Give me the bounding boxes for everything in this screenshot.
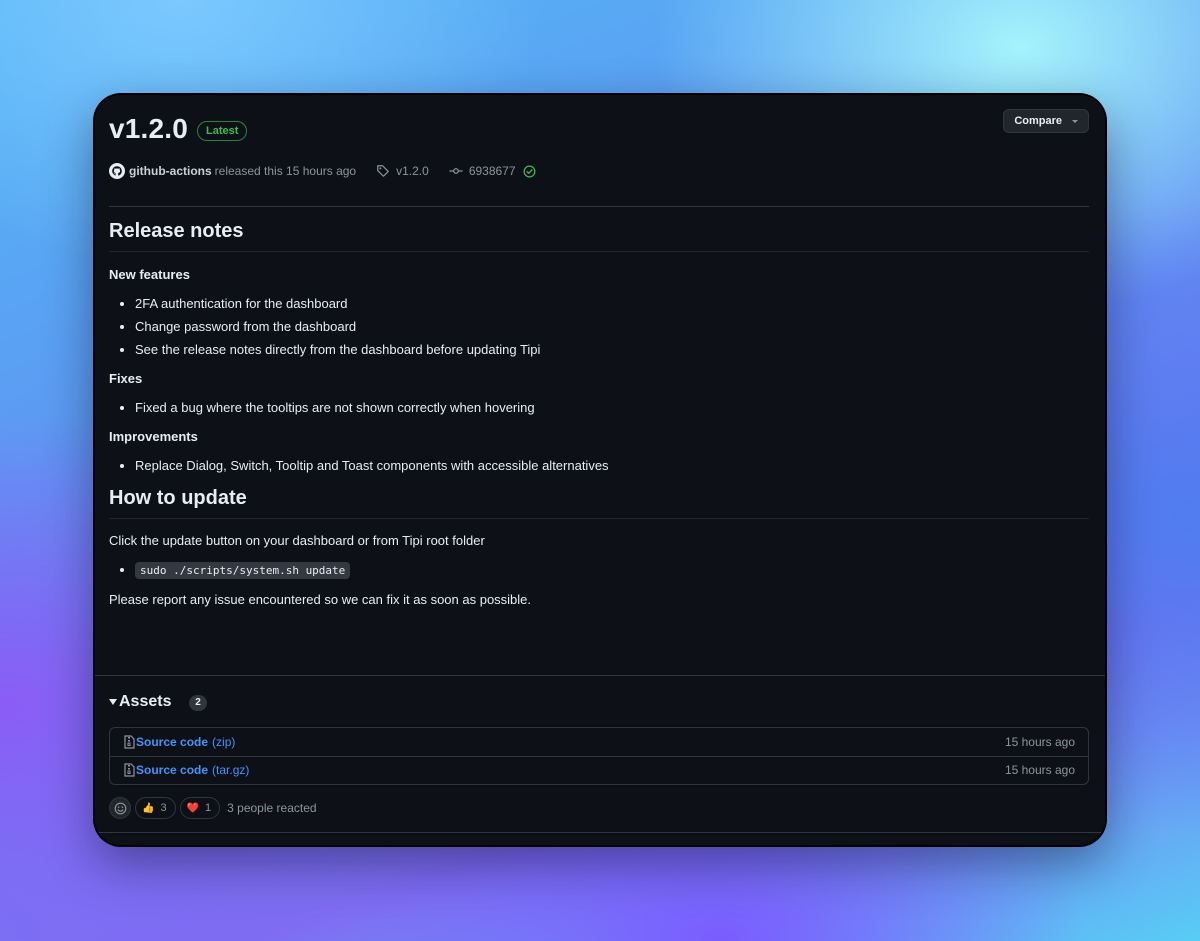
list-item: 2FA authentication for the dashboard [135, 292, 1089, 315]
fixes-list: Fixed a bug where the tooltips are not s… [109, 396, 1089, 419]
reaction-count: 1 [205, 802, 212, 814]
footer-divider [95, 832, 1105, 833]
assets-title-label: Assets [119, 693, 172, 710]
reaction-count: 3 [160, 802, 167, 814]
release-meta: github-actions released this 15 hours ag… [109, 162, 536, 180]
new-features-heading: New features [109, 267, 190, 282]
update-command-code[interactable]: sudo ./scripts/system.sh update [135, 562, 351, 579]
github-avatar-icon[interactable] [109, 163, 125, 179]
asset-link[interactable]: Source code [136, 735, 208, 749]
add-reaction-button[interactable] [109, 797, 131, 819]
verified-check-icon[interactable] [523, 165, 536, 178]
asset-time: 15 hours ago [1004, 763, 1075, 777]
commit-icon [449, 168, 463, 174]
release-tag-label: v1.2.0 [396, 164, 429, 178]
release-notes-heading: Release notes [109, 220, 1089, 252]
reactions-summary[interactable]: 3 people reacted [227, 801, 316, 815]
release-card: v1.2.0 Latest Compare github-actions rel… [95, 95, 1105, 845]
assets-divider [95, 675, 1105, 676]
assets-list: Source code (zip) 15 hours ago Source co… [109, 727, 1089, 785]
list-item: sudo ./scripts/system.sh update [135, 558, 1089, 582]
release-commit[interactable]: 6938677 [449, 164, 516, 178]
release-version-title[interactable]: v1.2.0 [109, 113, 188, 145]
thumbs-up-icon: 👍 [142, 802, 155, 814]
latest-badge: Latest [197, 121, 248, 141]
closing-text: Please report any issue encountered so w… [109, 592, 532, 607]
release-author-link[interactable]: github-actions [129, 164, 212, 178]
compare-button[interactable]: Compare [1003, 109, 1089, 133]
asset-ext[interactable]: (tar.gz) [212, 763, 249, 777]
asset-link[interactable]: Source code [136, 763, 208, 777]
reaction-heart[interactable]: ❤️ 1 [179, 797, 221, 819]
tag-icon [377, 165, 389, 177]
list-item: Replace Dialog, Switch, Tooltip and Toas… [135, 454, 1089, 477]
asset-time: 15 hours ago [1004, 735, 1075, 749]
reactions-bar: 👍 3 ❤️ 1 3 people reacted [109, 797, 317, 819]
list-item: See the release notes directly from the … [135, 338, 1089, 361]
improvements-heading: Improvements [109, 429, 198, 444]
update-intro-text: Click the update button on your dashboar… [109, 533, 485, 548]
heart-icon: ❤️ [186, 802, 200, 814]
smiley-icon [114, 802, 126, 814]
release-time-text: released this 15 hours ago [214, 164, 357, 178]
improvements-list: Replace Dialog, Switch, Tooltip and Toas… [109, 454, 1089, 477]
header-divider [109, 206, 1089, 207]
list-item: Change password from the dashboard [135, 315, 1089, 338]
asset-row[interactable]: Source code (tar.gz) 15 hours ago [110, 756, 1088, 784]
file-zip-icon [124, 735, 135, 749]
update-command-list: sudo ./scripts/system.sh update [109, 558, 1089, 582]
chevron-down-icon [1072, 120, 1078, 123]
how-to-update-heading: How to update [109, 487, 1089, 519]
compare-button-label: Compare [1014, 115, 1062, 127]
assets-toggle[interactable]: Assets [109, 693, 171, 711]
release-tag[interactable]: v1.2.0 [376, 164, 429, 178]
fixes-heading: Fixes [109, 371, 143, 386]
reaction-thumbs-up[interactable]: 👍 3 [135, 797, 176, 819]
release-notes-body: Release notes New features 2FA authentic… [109, 220, 1089, 607]
assets-count-badge: 2 [189, 695, 207, 711]
file-zip-icon [124, 763, 135, 777]
asset-row[interactable]: Source code (zip) 15 hours ago [110, 728, 1088, 757]
list-item: Fixed a bug where the tooltips are not s… [135, 396, 1089, 419]
release-commit-hash: 6938677 [468, 164, 516, 178]
asset-ext[interactable]: (zip) [212, 735, 235, 749]
new-features-list: 2FA authentication for the dashboard Cha… [109, 292, 1089, 361]
triangle-down-icon [109, 699, 117, 705]
